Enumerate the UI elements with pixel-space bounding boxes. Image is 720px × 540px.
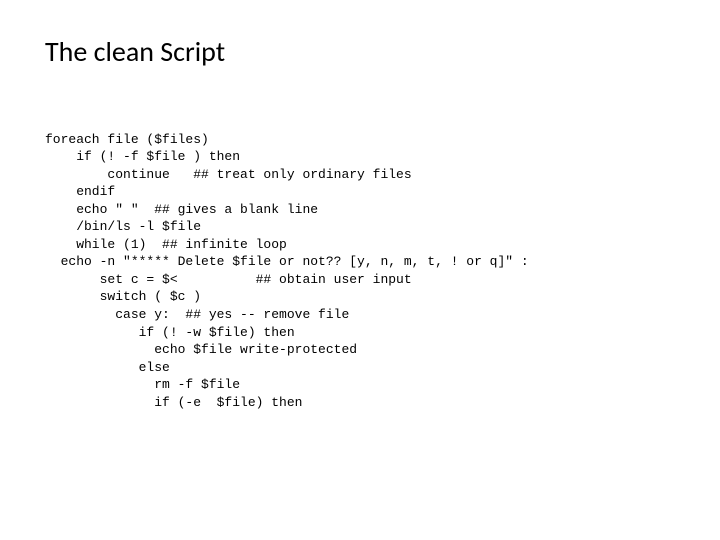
code-line: else <box>45 360 170 375</box>
code-line: set c = $< ## obtain user input <box>45 272 412 287</box>
code-line: if (! -w $file) then <box>45 325 295 340</box>
code-block: foreach file ($files) if (! -f $file ) t… <box>45 113 675 429</box>
code-line: switch ( $c ) <box>45 289 201 304</box>
code-line: echo -n "***** Delete $file or not?? [y,… <box>45 254 529 269</box>
code-line: echo $file write-protected <box>45 342 357 357</box>
page-title: The clean Script <box>45 34 675 69</box>
code-line: case y: ## yes -- remove file <box>45 307 349 322</box>
code-line: /bin/ls -l $file <box>45 219 201 234</box>
code-line: echo " " ## gives a blank line <box>45 202 318 217</box>
code-line: if (! -f $file ) then <box>45 149 240 164</box>
code-line: while (1) ## infinite loop <box>45 237 287 252</box>
code-line: if (-e $file) then <box>45 395 302 410</box>
code-line: continue ## treat only ordinary files <box>45 167 412 182</box>
code-line: endif <box>45 184 115 199</box>
code-line: rm -f $file <box>45 377 240 392</box>
slide: The clean Script foreach file ($files) i… <box>0 0 720 540</box>
code-line: foreach file ($files) <box>45 132 209 147</box>
